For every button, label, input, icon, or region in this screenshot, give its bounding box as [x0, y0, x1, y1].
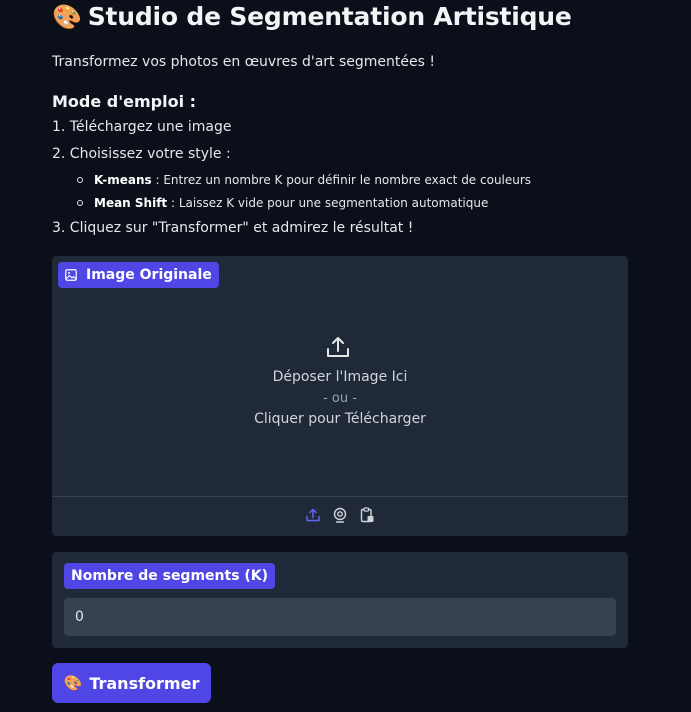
- image-icon: [65, 269, 77, 281]
- page-title: 🎨 Studio de Segmentation Artistique: [52, 2, 572, 31]
- option-name: Mean Shift: [94, 196, 168, 210]
- page-subtitle: Transformez vos photos en œuvres d'art s…: [52, 54, 435, 70]
- option-name: K-means: [94, 173, 152, 187]
- dropzone-or-text: - ou -: [323, 391, 357, 406]
- bullet-icon: [77, 176, 83, 183]
- instruction-step-2: 2. Choisissez votre style :: [52, 146, 231, 162]
- bullet-icon: [77, 199, 83, 206]
- instruction-option-kmeans: K-means : Entrez un nombre K pour défini…: [77, 173, 531, 187]
- option-desc: : Laissez K vide pour une segmentation a…: [167, 196, 489, 210]
- instruction-step-3: 3. Cliquez sur "Transformer" et admirez …: [52, 220, 414, 236]
- webcam-source-icon[interactable]: [332, 507, 348, 523]
- k-input-label: Nombre de segments (K): [64, 563, 276, 589]
- transform-button-label: Transformer: [89, 673, 200, 693]
- transform-button[interactable]: 🎨 Transformer: [52, 663, 211, 703]
- source-divider: [52, 496, 628, 497]
- image-input-label: Image Originale: [58, 262, 219, 288]
- upload-icon: [327, 337, 349, 357]
- instruction-option-meanshift: Mean Shift : Laissez K vide pour une seg…: [77, 196, 488, 210]
- k-input-label-text: Nombre de segments (K): [71, 568, 269, 584]
- k-number-input[interactable]: [64, 598, 616, 636]
- palette-emoji: 🎨: [63, 674, 83, 692]
- clipboard-source-icon[interactable]: [359, 507, 375, 523]
- k-input-block: Nombre de segments (K): [52, 552, 628, 648]
- dropzone-click-text[interactable]: Cliquer pour Télécharger: [52, 411, 628, 427]
- instructions-heading: Mode d'emploi :: [52, 92, 197, 111]
- page-title-text: Studio de Segmentation Artistique: [87, 2, 572, 31]
- instruction-step-1: 1. Téléchargez une image: [52, 119, 232, 135]
- image-input-label-text: Image Originale: [86, 267, 212, 283]
- dropzone-text[interactable]: Déposer l'Image Ici: [52, 369, 628, 385]
- image-upload-block[interactable]: Image Originale Déposer l'Image Ici - ou…: [52, 256, 628, 536]
- upload-source-icon[interactable]: [305, 507, 321, 523]
- palette-emoji: 🎨: [52, 3, 82, 31]
- option-desc: : Entrez un nombre K pour définir le nom…: [151, 173, 532, 187]
- app-page: 🎨 Studio de Segmentation Artistique Trans…: [0, 0, 691, 712]
